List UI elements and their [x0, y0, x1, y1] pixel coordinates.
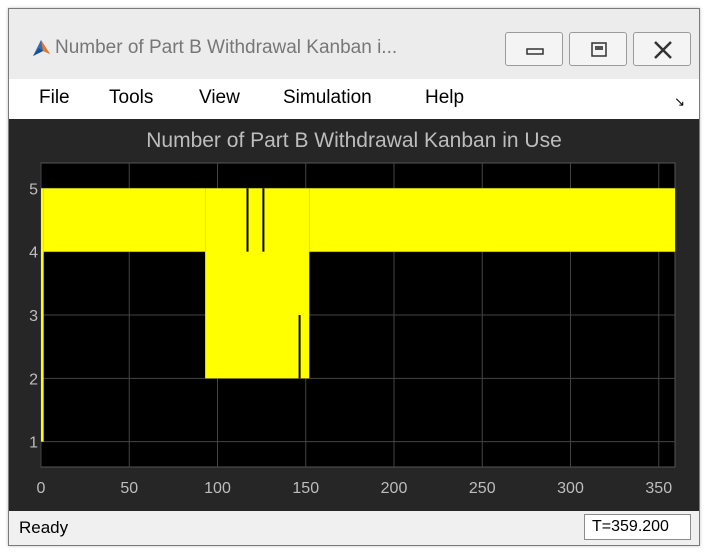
- x-tick-label: 0: [37, 480, 46, 497]
- window-title: Number of Part B Withdrawal Kanban i...: [55, 37, 398, 58]
- close-icon: [654, 41, 672, 59]
- x-tick-label: 50: [120, 480, 138, 497]
- undock-arrow-icon[interactable]: ↘: [674, 94, 685, 110]
- series-band: [309, 188, 675, 252]
- x-tick-label: 100: [204, 480, 231, 497]
- status-bar: Ready T=359.200: [9, 511, 699, 545]
- scope-plot: 0 50 100 150 200 250 300 350 1 2 3 4 5: [29, 162, 676, 497]
- menu-bar: File Tools View Simulation Help ↘: [9, 79, 699, 119]
- series-band: [43, 188, 206, 252]
- menu-view[interactable]: View: [199, 87, 240, 109]
- x-tick-label: 200: [381, 480, 408, 497]
- maximize-button[interactable]: [569, 32, 627, 66]
- status-text: Ready: [19, 518, 69, 537]
- y-tick-label: 3: [29, 308, 38, 325]
- y-tick-label: 2: [29, 371, 38, 388]
- y-tick-label: 5: [29, 181, 38, 198]
- menu-file[interactable]: File: [39, 87, 70, 109]
- y-tick-label: 1: [29, 435, 38, 452]
- x-tick-label: 300: [557, 480, 584, 497]
- menu-help[interactable]: Help: [425, 87, 464, 109]
- maximize-icon: [591, 42, 607, 57]
- series-band: [205, 188, 310, 379]
- x-tick-label: 150: [292, 480, 319, 497]
- menu-tools[interactable]: Tools: [109, 87, 153, 109]
- title-bar[interactable]: Number of Part B Withdrawal Kanban i...: [9, 9, 699, 79]
- series-band: [41, 188, 44, 442]
- x-tick-label: 350: [645, 480, 672, 497]
- y-tick-label: 4: [29, 245, 38, 262]
- close-button[interactable]: [633, 32, 691, 66]
- matlab-logo-icon: [33, 40, 50, 56]
- minimize-icon: [526, 48, 544, 55]
- scope-window: Number of Part B Withdrawal Kanban i... …: [8, 8, 700, 546]
- chart-title: Number of Part B Withdrawal Kanban in Us…: [146, 129, 562, 152]
- plot-area: 0 50 100 150 200 250 300 350 1 2 3 4 5 Number of Par…: [9, 119, 699, 511]
- minimize-button[interactable]: [505, 32, 563, 66]
- menu-simulation[interactable]: Simulation: [283, 87, 372, 109]
- simulation-time-readout: T=359.200: [584, 514, 691, 540]
- x-tick-label: 250: [469, 480, 496, 497]
